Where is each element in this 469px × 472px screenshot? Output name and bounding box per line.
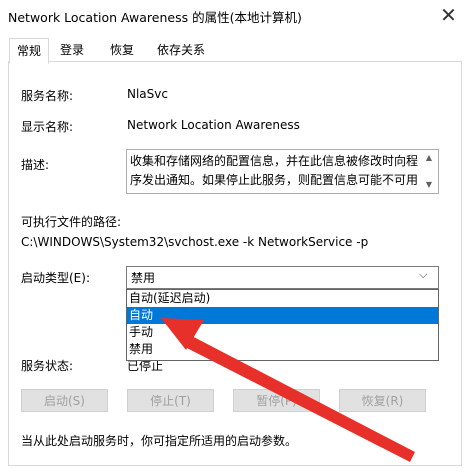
start-button[interactable]: 启动(S) — [21, 389, 108, 412]
tab-recovery[interactable]: 恢复 — [101, 40, 143, 61]
option-auto[interactable]: 自动 — [127, 307, 438, 324]
startup-type-dropdown: 自动(延迟启动) 自动 手动 禁用 — [126, 289, 439, 361]
tab-general[interactable]: 常规 — [9, 38, 49, 64]
description-label: 描述: — [21, 158, 50, 172]
service-name-label: 服务名称: — [21, 89, 74, 103]
tab-dependencies[interactable]: 依存关系 — [150, 40, 212, 61]
option-manual[interactable]: 手动 — [127, 324, 438, 341]
close-icon[interactable]: ✕ — [428, 0, 469, 31]
resume-button[interactable]: 恢复(R) — [339, 389, 426, 412]
pause-button[interactable]: 暂停(P) — [233, 389, 320, 412]
startup-type-label: 启动类型(E): — [21, 271, 90, 285]
scroll-up-icon[interactable]: ▲ — [424, 153, 434, 163]
description-value: 收集和存储网络的配置信息，并在此信息被修改时向程序发出通知。如果停止此服务，则配… — [130, 154, 419, 187]
scroll-down-icon[interactable]: ▼ — [424, 180, 434, 190]
display-name-label: 显示名称: — [21, 120, 74, 134]
chevron-down-icon: ⌵ — [419, 268, 428, 281]
exe-path-label: 可执行文件的路径: — [21, 215, 122, 229]
exe-path-value: C:\WINDOWS\System32\svchost.exe -k Netwo… — [21, 235, 369, 249]
service-status-label: 服务状态: — [21, 359, 74, 373]
stop-button[interactable]: 停止(T) — [127, 389, 214, 412]
window-title: Network Location Awareness 的属性(本地计算机) — [8, 10, 302, 25]
option-disabled[interactable]: 禁用 — [127, 341, 438, 358]
title-bar: Network Location Awareness 的属性(本地计算机) ✕ — [0, 0, 469, 31]
description-textarea[interactable]: 收集和存储网络的配置信息，并在此信息被修改时向程序发出通知。如果停止此服务，则配… — [126, 149, 439, 194]
option-auto-delayed[interactable]: 自动(延迟启动) — [127, 290, 438, 307]
startup-type-select[interactable]: 禁用 ⌵ — [126, 266, 439, 289]
display-name-value: Network Location Awareness — [127, 118, 300, 132]
startup-type-value: 禁用 — [131, 271, 156, 285]
start-params-hint: 当从此处启动服务时，你可指定所适用的启动参数。 — [21, 434, 298, 448]
service-name-value: NlaSvc — [127, 87, 168, 101]
tab-logon[interactable]: 登录 — [53, 40, 91, 61]
